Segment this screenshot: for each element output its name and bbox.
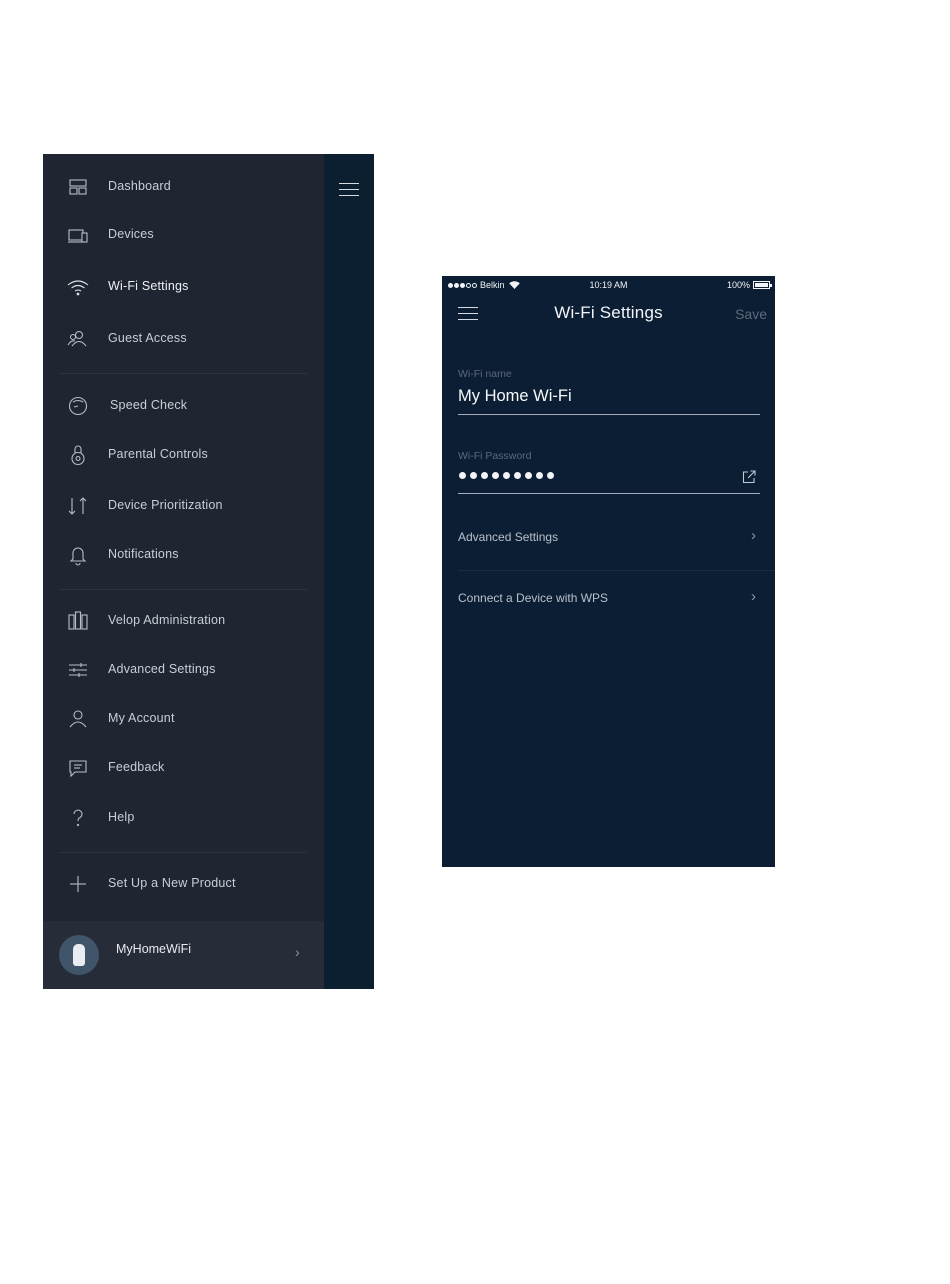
menu-item-help[interactable]: Help xyxy=(43,798,324,838)
status-time: 10:19 AM xyxy=(589,280,628,290)
parental-controls-icon xyxy=(66,443,90,467)
battery-percent: 100% xyxy=(726,280,750,290)
menu-divider xyxy=(59,589,307,590)
devices-icon xyxy=(66,223,90,247)
underlying-screen-strip[interactable] xyxy=(324,154,374,989)
network-selector[interactable]: MyHomeWiFi › xyxy=(43,921,324,989)
question-mark-icon xyxy=(66,806,90,830)
password-mask-dot xyxy=(459,472,466,479)
menu-item-label: Parental Controls xyxy=(108,447,208,461)
page-title: Wi-Fi Settings xyxy=(554,303,663,322)
password-mask-dot xyxy=(514,472,521,479)
menu-item-label: Feedback xyxy=(108,760,165,774)
speed-check-icon xyxy=(66,394,90,418)
menu-item-label: Device Prioritization xyxy=(108,498,223,512)
user-icon xyxy=(66,707,90,731)
menu-item-label: Advanced Settings xyxy=(108,662,216,676)
password-mask-dot xyxy=(536,472,543,479)
wifi-name-label: Wi-Fi name xyxy=(458,368,512,380)
velop-nodes-icon xyxy=(66,609,90,633)
password-mask-dot xyxy=(492,472,499,479)
chat-bubble-icon xyxy=(66,756,90,780)
wifi-icon xyxy=(66,275,90,299)
chevron-right-icon: › xyxy=(295,944,300,960)
menu-item-parental-controls[interactable]: Parental Controls xyxy=(43,435,324,475)
menu-item-dashboard[interactable]: Dashboard xyxy=(43,167,324,207)
velop-node-icon xyxy=(73,944,85,966)
page: Dashboard Devices Wi-Fi Settings Guest A… xyxy=(0,0,950,1284)
row-label: Advanced Settings xyxy=(458,530,559,544)
chevron-right-icon: › xyxy=(751,588,756,605)
connect-wps-row[interactable]: Connect a Device with WPS › xyxy=(442,577,775,621)
status-battery: 100% xyxy=(726,280,772,290)
advanced-settings-row[interactable]: Advanced Settings › xyxy=(442,516,775,560)
wifi-name-input[interactable] xyxy=(458,387,718,406)
battery-icon xyxy=(753,281,772,289)
side-menu-screen: Dashboard Devices Wi-Fi Settings Guest A… xyxy=(43,154,374,989)
wifi-settings-screen: Belkin 10:19 AM 100% Wi-Fi Settings Save… xyxy=(442,276,775,867)
prioritization-arrows-icon xyxy=(66,494,90,518)
menu-item-device-prioritization[interactable]: Device Prioritization xyxy=(43,486,324,526)
menu-item-label: Speed Check xyxy=(110,398,188,412)
menu-divider xyxy=(59,852,307,853)
menu-item-label: Notifications xyxy=(108,547,179,561)
bell-icon xyxy=(66,543,90,567)
chevron-right-icon: › xyxy=(751,527,756,544)
password-mask-dot xyxy=(525,472,532,479)
share-external-icon[interactable] xyxy=(741,469,757,485)
velop-node-avatar xyxy=(59,935,99,975)
save-button[interactable]: Save xyxy=(735,306,767,322)
password-mask-dot xyxy=(470,472,477,479)
wifi-password-input[interactable] xyxy=(459,472,554,479)
hamburger-menu-icon[interactable] xyxy=(339,183,359,197)
row-label: Connect a Device with WPS xyxy=(458,591,609,605)
menu-item-velop-administration[interactable]: Velop Administration xyxy=(43,601,324,641)
guest-access-icon xyxy=(66,327,90,351)
menu-item-label: Velop Administration xyxy=(108,613,226,627)
menu-item-my-account[interactable]: My Account xyxy=(43,699,324,739)
wifi-password-label: Wi-Fi Password xyxy=(458,450,532,462)
side-menu-panel: Dashboard Devices Wi-Fi Settings Guest A… xyxy=(43,154,324,989)
menu-item-label: Dashboard xyxy=(108,179,171,193)
status-bar: Belkin 10:19 AM 100% xyxy=(442,276,775,294)
menu-item-label: Devices xyxy=(108,227,154,241)
password-mask-dot xyxy=(503,472,510,479)
menu-item-advanced-settings[interactable]: Advanced Settings xyxy=(43,650,324,690)
password-mask-dot xyxy=(547,472,554,479)
sliders-icon xyxy=(66,658,90,682)
wifi-password-underline xyxy=(458,493,760,494)
row-divider xyxy=(458,570,775,571)
menu-item-guest-access[interactable]: Guest Access xyxy=(43,319,324,359)
menu-divider xyxy=(59,373,307,374)
plus-icon xyxy=(66,872,90,896)
password-mask-dot xyxy=(481,472,488,479)
menu-item-label: Guest Access xyxy=(108,331,187,345)
menu-item-wifi-settings[interactable]: Wi-Fi Settings xyxy=(43,267,324,307)
menu-item-feedback[interactable]: Feedback xyxy=(43,748,324,788)
menu-item-set-up-new-product[interactable]: Set Up a New Product xyxy=(43,864,324,904)
menu-item-notifications[interactable]: Notifications xyxy=(43,535,324,575)
menu-item-label: Set Up a New Product xyxy=(108,876,236,890)
menu-item-label: Wi-Fi Settings xyxy=(108,279,189,293)
network-name: MyHomeWiFi xyxy=(116,942,191,956)
wifi-name-underline xyxy=(458,414,760,415)
menu-item-label: My Account xyxy=(108,711,175,725)
menu-item-devices[interactable]: Devices xyxy=(43,215,324,255)
menu-item-speed-check[interactable]: Speed Check xyxy=(43,386,324,426)
menu-item-label: Help xyxy=(108,810,135,824)
dashboard-icon xyxy=(66,175,90,199)
